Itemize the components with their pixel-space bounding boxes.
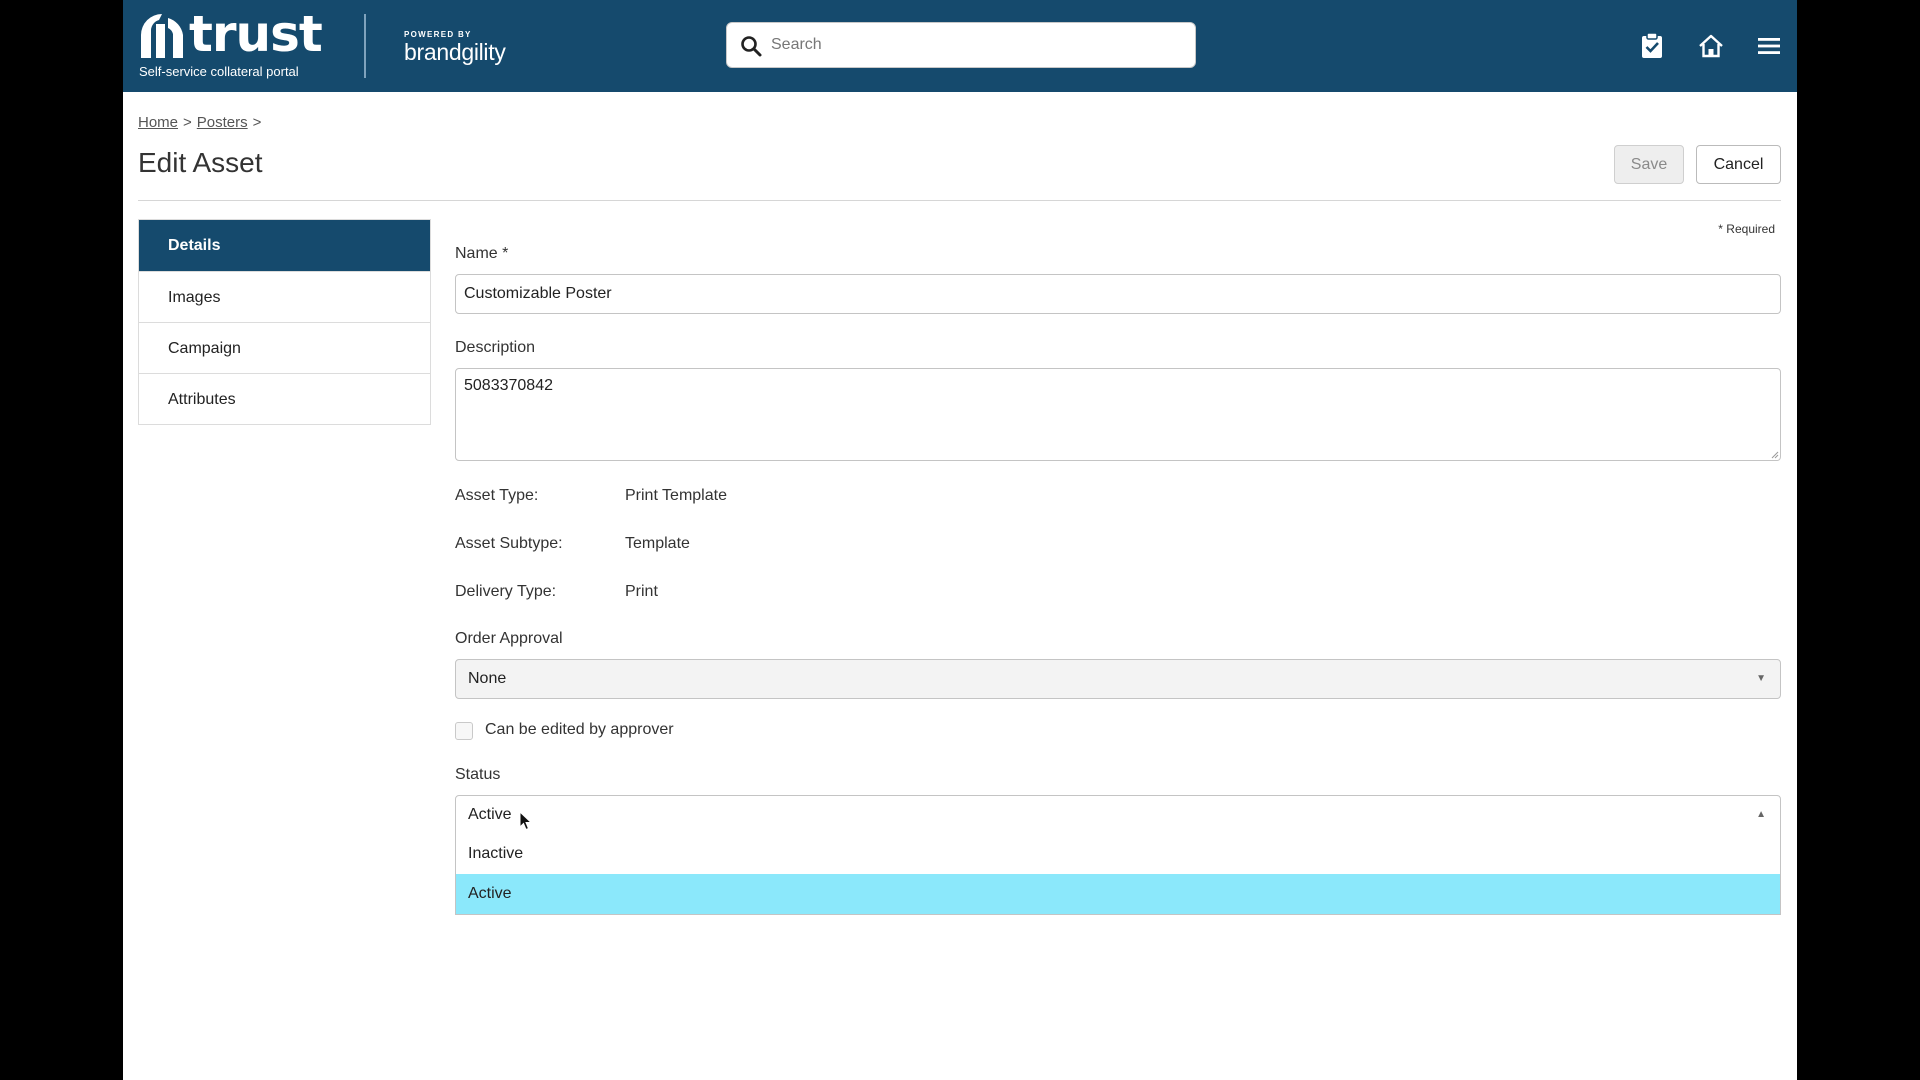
chevron-up-icon: ▲ — [1756, 809, 1766, 820]
description-field[interactable]: 5083370842 — [455, 368, 1781, 461]
status-label: Status — [455, 766, 501, 783]
name-field[interactable] — [455, 274, 1781, 314]
status-option-inactive[interactable]: Inactive — [456, 834, 1780, 874]
save-button[interactable]: Save — [1614, 145, 1684, 184]
logo-tagline: Self-service collateral portal — [139, 64, 299, 79]
breadcrumb-separator: > — [183, 114, 192, 131]
order-approval-label: Order Approval — [455, 630, 563, 647]
brandgility-wordmark: brandgility — [404, 39, 506, 65]
logo-wordmark: trust — [189, 5, 323, 63]
sidenav-item-images[interactable]: Images — [139, 271, 430, 322]
mouse-pointer-icon — [519, 811, 533, 831]
status-select[interactable]: Active ▲ — [455, 795, 1781, 835]
powered-by-brandgility: POWERED BY brandgility — [404, 30, 506, 64]
asset-subtype-value: Template — [625, 535, 690, 552]
order-approval-value: None — [468, 670, 507, 687]
clipboard-check-icon[interactable] — [1638, 32, 1666, 60]
sidenav-item-campaign[interactable]: Campaign — [139, 322, 430, 373]
header-divider — [138, 200, 1781, 201]
asset-type-value: Print Template — [625, 487, 727, 504]
required-note: * Required — [1718, 222, 1775, 236]
approver-edit-checkbox[interactable] — [455, 722, 473, 740]
search-box[interactable] — [726, 22, 1196, 68]
asset-subtype-label: Asset Subtype: — [455, 535, 563, 552]
status-value: Active — [468, 806, 512, 823]
breadcrumb-posters-link[interactable]: Posters — [197, 114, 248, 131]
asset-details-form: * Required Name * Description 5083370842… — [455, 219, 1781, 919]
top-navigation-bar: trust Self-service collateral portal POW… — [123, 0, 1797, 92]
breadcrumb: Home > Posters > — [138, 114, 266, 131]
search-icon — [741, 36, 762, 57]
page-title: Edit Asset — [138, 147, 263, 178]
sidenav-item-details[interactable]: Details — [139, 220, 430, 271]
description-label: Description — [455, 339, 536, 356]
hamburger-menu-icon[interactable] — [1755, 32, 1783, 60]
chevron-down-icon: ▼ — [1756, 673, 1766, 684]
home-icon[interactable] — [1697, 32, 1725, 60]
trust-logo-mark-icon — [141, 14, 183, 58]
asset-sections-nav: Details Images Campaign Attributes — [138, 219, 431, 425]
resize-handle-icon[interactable] — [1771, 451, 1779, 459]
order-approval-select[interactable]: None ▼ — [455, 659, 1781, 699]
sidenav-item-attributes[interactable]: Attributes — [139, 373, 430, 424]
status-dropdown-list: Inactive Active — [455, 834, 1781, 915]
search-input[interactable] — [771, 23, 1181, 67]
breadcrumb-separator: > — [252, 114, 262, 131]
trust-logo[interactable]: trust Self-service collateral portal — [139, 5, 323, 82]
logo-divider — [364, 14, 366, 78]
cancel-button[interactable]: Cancel — [1696, 145, 1781, 184]
breadcrumb-home-link[interactable]: Home — [138, 114, 178, 131]
delivery-type-label: Delivery Type: — [455, 583, 557, 600]
status-option-active[interactable]: Active — [456, 874, 1780, 914]
delivery-type-value: Print — [625, 583, 658, 600]
asset-type-label: Asset Type: — [455, 487, 539, 504]
app-window: trust Self-service collateral portal POW… — [123, 0, 1797, 1080]
name-label: Name * — [455, 245, 509, 262]
approver-edit-label: Can be edited by approver — [485, 721, 674, 738]
